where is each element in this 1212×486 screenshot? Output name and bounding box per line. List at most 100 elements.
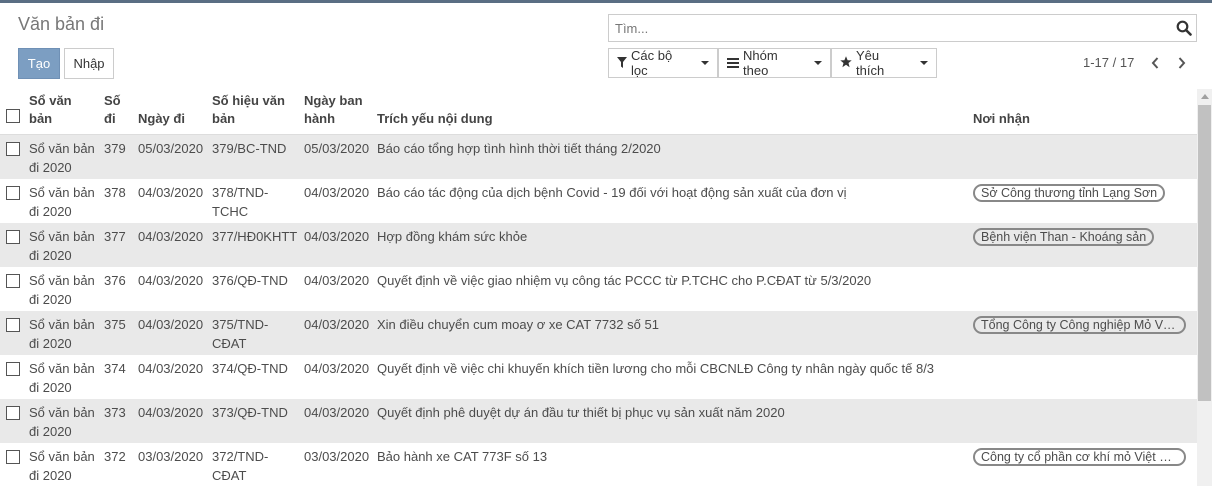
search-icon[interactable] xyxy=(1172,16,1196,40)
table-row[interactable]: Sổ văn bản đi 2020 377 04/03/2020 377/HĐ0KH… xyxy=(0,223,1197,267)
row-checkbox[interactable] xyxy=(6,362,20,376)
column-header-summary[interactable]: Trích yếu nội dung xyxy=(374,89,970,135)
column-header-recipient[interactable]: Nơi nhận xyxy=(970,89,1197,135)
recipient-tag[interactable]: Sở Công thương tỉnh Lạng Sơn xyxy=(973,184,1166,202)
cell-recipient: Tổng Công ty Công nghiệp Mỏ Việt Bắc xyxy=(970,311,1197,355)
star-icon xyxy=(840,55,852,71)
row-checkbox[interactable] xyxy=(6,450,20,464)
cell-summary: Xin điều chuyển cum moay ơ xe CAT 7732 s… xyxy=(374,311,970,355)
cell-book: Sổ văn bản đi 2020 xyxy=(29,361,95,395)
table-row[interactable]: Sổ văn bản đi 2020 372 03/03/2020 372/TND-C… xyxy=(0,443,1197,486)
row-select-cell[interactable] xyxy=(0,399,26,443)
group-by-label: Nhóm theo xyxy=(743,48,778,78)
table-body: Sổ văn bản đi 2020 379 05/03/2020 379/BC-TN… xyxy=(0,134,1197,486)
cell-summary: Quyết định về việc giao nhiệm vụ công tá… xyxy=(377,273,872,288)
cell-summary: Báo cáo tác động của dịch bệnh Covid - 1… xyxy=(377,185,847,200)
search-input[interactable] xyxy=(609,15,1172,41)
page-title: Văn bản đi xyxy=(18,14,105,34)
cell-date-out: 04/03/2020 xyxy=(138,273,204,288)
cell-code: 379/BC-TND xyxy=(209,134,301,179)
row-select-cell[interactable] xyxy=(0,311,26,355)
table-row[interactable]: Sổ văn bản đi 2020 378 04/03/2020 378/TND-T… xyxy=(0,179,1197,223)
cell-date-out: 04/03/2020 xyxy=(135,311,209,355)
table-row[interactable]: Sổ văn bản đi 2020 379 05/03/2020 379/BC-TN… xyxy=(0,134,1197,179)
cell-summary: Quyết định về việc chi khuyến khích tiền… xyxy=(377,361,935,376)
column-header-book[interactable]: Sổ văn bản xyxy=(26,89,101,135)
row-select-cell[interactable] xyxy=(0,355,26,399)
cell-recipient: Công ty cổ phần cơ khí mỏ Việt Bắc xyxy=(970,443,1197,486)
recipient-tag[interactable]: Tổng Công ty Công nghiệp Mỏ Việt Bắc xyxy=(973,316,1186,334)
cell-date-issued: 04/03/2020 xyxy=(301,311,374,355)
cell-code: 378/TND-TCHC xyxy=(212,185,269,219)
row-select-cell[interactable] xyxy=(0,267,26,311)
cell-book: Sổ văn bản đi 2020 xyxy=(29,449,95,483)
cell-date-out: 04/03/2020 xyxy=(138,185,204,200)
recipient-tag[interactable]: Công ty cổ phần cơ khí mỏ Việt Bắc xyxy=(973,448,1186,466)
scrollbar-thumb[interactable] xyxy=(1198,105,1211,401)
row-checkbox[interactable] xyxy=(6,230,20,244)
favorites-dropdown[interactable]: Yêu thích xyxy=(831,48,937,78)
cell-date-issued: 04/03/2020 xyxy=(301,399,374,443)
column-header-date-issued[interactable]: Ngày ban hành xyxy=(301,89,374,135)
cell-number: 375 xyxy=(101,311,135,355)
search-bar xyxy=(608,14,1197,42)
cell-recipient xyxy=(970,399,1197,443)
cell-date-issued: 04/03/2020 xyxy=(304,361,370,376)
row-checkbox[interactable] xyxy=(6,142,20,156)
cell-code: 374/QĐ-TND xyxy=(212,361,288,376)
cell-number: 377 xyxy=(101,223,135,267)
cell-recipient xyxy=(970,134,1197,179)
cell-date-issued: 04/03/2020 xyxy=(304,185,370,200)
cell-date-out: 04/03/2020 xyxy=(135,399,209,443)
cell-summary: Bảo hành xe CAT 773F số 13 xyxy=(377,449,548,464)
scroll-up-icon[interactable] xyxy=(1197,89,1212,103)
table-row[interactable]: Sổ văn bản đi 2020 373 04/03/2020 373/QĐ-TN… xyxy=(0,399,1197,443)
filter-icon xyxy=(617,56,627,71)
cell-book: Sổ văn bản đi 2020 xyxy=(26,311,101,355)
cell-recipient xyxy=(970,355,1197,399)
cell-number: 373 xyxy=(101,399,135,443)
vertical-scrollbar[interactable] xyxy=(1197,89,1212,486)
row-checkbox[interactable] xyxy=(6,318,20,332)
import-button[interactable]: Nhập xyxy=(64,48,114,79)
table-row[interactable]: Sổ văn bản đi 2020 375 04/03/2020 375/TND-C… xyxy=(0,311,1197,355)
row-checkbox[interactable] xyxy=(6,274,20,288)
cell-book: Sổ văn bản đi 2020 xyxy=(26,134,101,179)
cell-code: 377/HĐ0KHTT xyxy=(209,223,301,267)
chevron-right-icon[interactable] xyxy=(1173,52,1191,74)
row-select-cell[interactable] xyxy=(0,179,26,223)
cell-number: 372 xyxy=(104,449,126,464)
cell-code: 376/QĐ-TND xyxy=(212,273,288,288)
row-select-cell[interactable] xyxy=(0,443,26,486)
cell-recipient: Sở Công thương tỉnh Lạng Sơn xyxy=(970,179,1197,223)
cell-code: 372/TND-CĐAT xyxy=(212,449,269,483)
cell-date-out: 05/03/2020 xyxy=(135,134,209,179)
select-all-checkbox[interactable] xyxy=(6,109,20,123)
chevron-down-icon xyxy=(920,61,928,65)
chevron-left-icon[interactable] xyxy=(1146,52,1164,74)
table-row[interactable]: Sổ văn bản đi 2020 374 04/03/2020 374/QĐ-TN… xyxy=(0,355,1197,399)
create-button[interactable]: Tạo xyxy=(18,48,60,79)
cell-code: 375/TND-CĐAT xyxy=(209,311,301,355)
cell-date-out: 04/03/2020 xyxy=(138,361,204,376)
cell-date-out: 03/03/2020 xyxy=(138,449,204,464)
row-select-cell[interactable] xyxy=(0,134,26,179)
row-checkbox[interactable] xyxy=(6,406,20,420)
select-all-cell[interactable] xyxy=(0,89,26,135)
favorites-label: Yêu thích xyxy=(856,48,885,78)
table-row[interactable]: Sổ văn bản đi 2020 376 04/03/2020 376/QĐ-TN… xyxy=(0,267,1197,311)
cell-date-issued: 05/03/2020 xyxy=(301,134,374,179)
row-select-cell[interactable] xyxy=(0,223,26,267)
pager-value[interactable]: 1-17 / 17 xyxy=(1083,55,1134,70)
column-header-code[interactable]: Số hiệu văn bản xyxy=(209,89,301,135)
row-checkbox[interactable] xyxy=(6,186,20,200)
group-by-dropdown[interactable]: Nhóm theo xyxy=(718,48,831,78)
column-header-date-out[interactable]: Ngày đi xyxy=(135,89,209,135)
column-header-number[interactable]: Số đi xyxy=(101,89,135,135)
cell-summary: Quyết định phê duyệt dự án đầu tư thiết … xyxy=(374,399,970,443)
cell-number: 376 xyxy=(104,273,126,288)
filter-dropdown[interactable]: Các bộ lọc xyxy=(608,48,718,78)
recipient-tag[interactable]: Bệnh viện Than - Khoáng sản xyxy=(973,228,1155,246)
cell-summary: Hợp đồng khám sức khỏe xyxy=(374,223,970,267)
cell-book: Sổ văn bản đi 2020 xyxy=(26,399,101,443)
